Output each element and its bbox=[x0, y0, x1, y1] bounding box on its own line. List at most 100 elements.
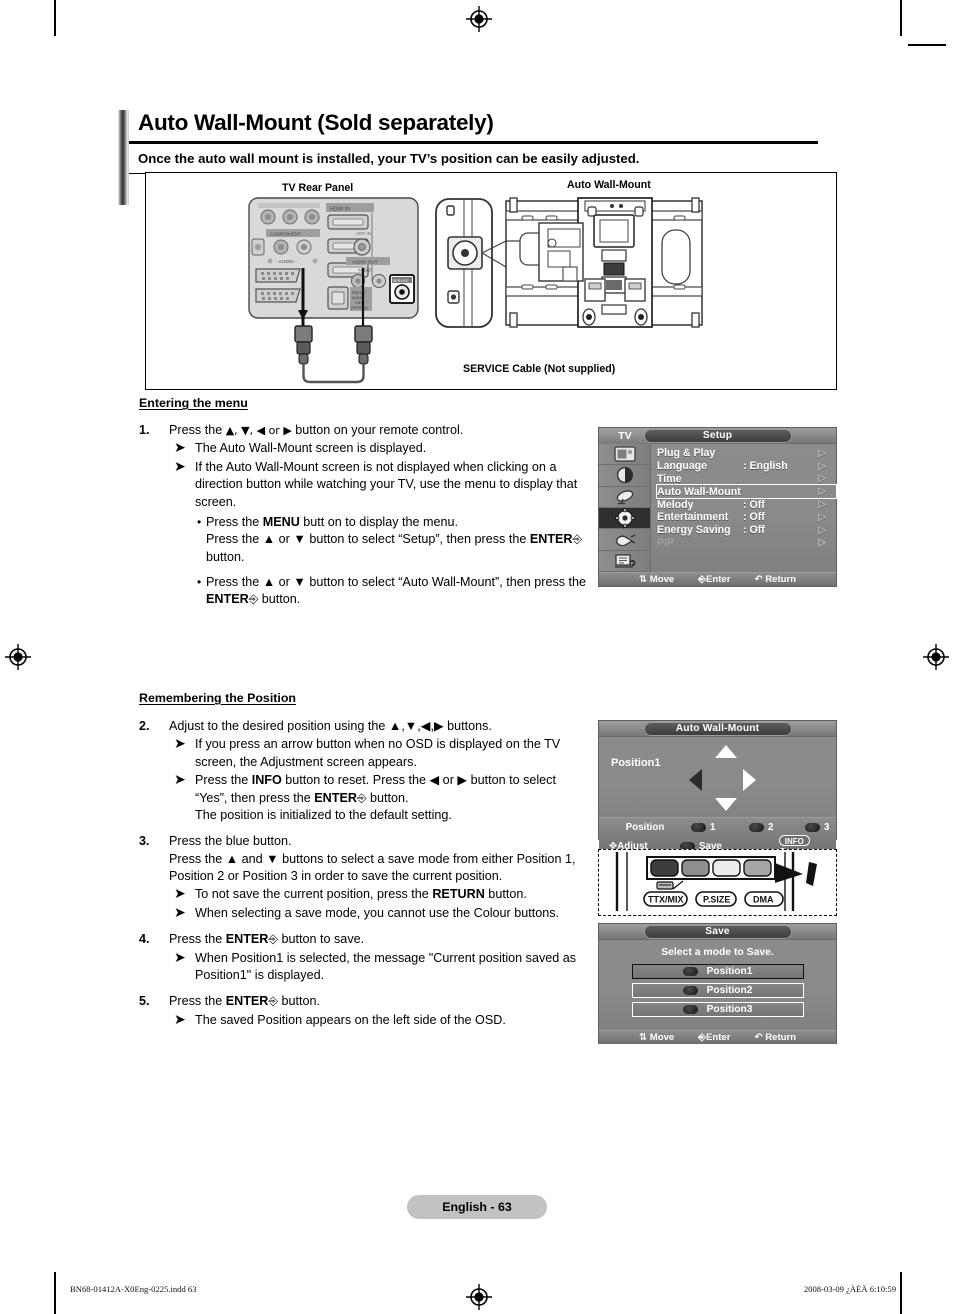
chevron-right-icon: ▷ bbox=[818, 473, 826, 485]
step-1-arrow-glyphs: ▲, ▼, ◀ or ▶ bbox=[225, 424, 292, 437]
sb2-b: button. bbox=[258, 592, 301, 607]
chevron-right-icon: ▷ bbox=[818, 499, 826, 511]
awm-pos-3[interactable]: 3 bbox=[805, 822, 829, 833]
awm-pos-1[interactable]: 1 bbox=[691, 822, 749, 833]
sub-bullet-text: Press the ▲ or ▼ button to select “Auto … bbox=[206, 574, 587, 609]
footer-return: ↶ Return bbox=[754, 574, 796, 585]
updown-arrow-icon: ⇅ bbox=[639, 1032, 648, 1043]
remote-buttons-illustration: TTX/MIX P.SIZE DMA bbox=[615, 852, 817, 911]
osd-save-titlebar: Save bbox=[599, 924, 836, 940]
osd-icon-channel[interactable] bbox=[599, 487, 650, 508]
enter-icon: ⎆ bbox=[698, 574, 706, 585]
enter-icon: ⎆ bbox=[268, 994, 278, 1009]
osd-icon-input[interactable] bbox=[599, 529, 650, 551]
note-arrow-icon: ➤ bbox=[174, 886, 186, 903]
footer-rule-left bbox=[54, 1272, 56, 1298]
figure-label-tv-rear-panel: TV Rear Panel bbox=[282, 182, 354, 194]
save-option-label: Position3 bbox=[706, 1004, 753, 1015]
note-item: ➤ If the Auto Wall-Mount screen is not d… bbox=[169, 459, 587, 511]
colour-key-green bbox=[681, 859, 710, 877]
menu-row-auto-wall-mount[interactable]: Auto Wall-Mount ▷ bbox=[656, 484, 837, 500]
osd-setup-titlebar: TV Setup bbox=[599, 428, 836, 444]
menu-row-entertainment[interactable]: Entertainment : Off ▷ bbox=[657, 511, 836, 524]
menu-label: Plug & Play bbox=[657, 447, 716, 460]
page-title: Auto Wall-Mount (Sold separately) bbox=[118, 110, 818, 145]
step-number: 1. bbox=[139, 423, 150, 437]
footer-return-label: Return bbox=[765, 1032, 797, 1043]
osd-menu-rows: Plug & Play ▷ Language : English ▷ Time … bbox=[651, 444, 837, 572]
svg-text:P.SIZE: P.SIZE bbox=[703, 895, 730, 905]
step-3: 3. Press the blue button. Press the ▲ an… bbox=[139, 833, 587, 885]
note-text: The saved Position appears on the left s… bbox=[195, 1012, 506, 1027]
colour-key-dot-icon bbox=[749, 822, 764, 832]
updown-arrow-icon: ⇅ bbox=[639, 574, 648, 585]
step-1-text-a: Press the bbox=[169, 423, 226, 437]
step-1: 1. Press the ▲, ▼, ◀ or ▶ button on your… bbox=[139, 422, 587, 439]
step-1-text-b: button on your remote control. bbox=[291, 423, 464, 437]
n2-a: Press the bbox=[195, 773, 252, 788]
osd-save-body: Select a mode to Save. Position1 Positio… bbox=[599, 940, 836, 1030]
sb2-a: Press the ▲ or ▼ button to select “Auto … bbox=[206, 575, 587, 589]
step-2: 2. Adjust to the desired position using … bbox=[139, 718, 587, 735]
note-text: To not save the current position, press … bbox=[195, 886, 587, 903]
menu-row-plug-and-play[interactable]: Plug & Play ▷ bbox=[657, 447, 836, 460]
colour-key-dot-icon bbox=[682, 986, 698, 995]
dpad-right-icon[interactable] bbox=[743, 769, 756, 791]
header-accent-bar bbox=[118, 110, 129, 205]
menu-row-time[interactable]: Time ▷ bbox=[657, 473, 836, 486]
dpad-down-icon[interactable] bbox=[715, 798, 737, 811]
awm-pos-3-label: 3 bbox=[824, 822, 830, 833]
menu-row-language[interactable]: Language : English ▷ bbox=[657, 460, 836, 473]
menu-row-energy-saving[interactable]: Energy Saving : Off ▷ bbox=[657, 524, 836, 537]
note-arrow-icon: ➤ bbox=[174, 440, 186, 457]
footer-move-label: Move bbox=[649, 1032, 675, 1043]
note-text: When Position1 is selected, the message … bbox=[195, 950, 577, 982]
osd-icon-sound[interactable] bbox=[599, 465, 650, 487]
osd-setup-body: P Plug & Play ▷ Language : English ▷ Tim… bbox=[599, 444, 837, 572]
note-arrow-icon: ➤ bbox=[174, 1011, 186, 1028]
menu-value: : Off bbox=[743, 498, 765, 511]
dpad-up-icon[interactable] bbox=[715, 745, 737, 758]
menu-row-melody[interactable]: Melody : Off ▷ bbox=[657, 498, 836, 511]
osd-awm-footer-row-position: Position 1 2 3 bbox=[599, 818, 836, 837]
menu-value: : Off bbox=[743, 524, 765, 537]
osd-icon-setup[interactable] bbox=[599, 507, 650, 530]
osd-icon-pc-setup[interactable]: P bbox=[599, 551, 650, 572]
dpad-left-icon[interactable] bbox=[689, 769, 702, 791]
chevron-right-icon: ▷ bbox=[818, 537, 826, 549]
save-option-position3[interactable]: Position3 bbox=[631, 1002, 804, 1017]
osd-icon-column: P bbox=[599, 444, 651, 572]
svg-text:TTX/MIX: TTX/MIX bbox=[648, 895, 684, 905]
osd-icon-picture[interactable] bbox=[599, 444, 650, 466]
sb-a: Press the bbox=[206, 514, 263, 529]
note-item: ➤ When Position1 is selected, the messag… bbox=[169, 950, 587, 985]
save-option-position1[interactable]: Position1 bbox=[631, 964, 804, 979]
enter-icon: ⎆ bbox=[698, 1032, 706, 1043]
enter-button-ref: ENTER bbox=[206, 592, 249, 607]
sub-bullet-item: • Press the ▲ or ▼ button to select “Aut… bbox=[183, 574, 587, 609]
picture-icon bbox=[613, 446, 636, 462]
note-arrow-icon: ➤ bbox=[174, 736, 186, 753]
step-text: Press the ENTER⎆ button. bbox=[169, 993, 587, 1010]
enter-icon: ⎆ bbox=[356, 790, 367, 805]
subtitle-icon bbox=[656, 880, 684, 890]
chevron-right-icon: ▷ bbox=[818, 447, 826, 459]
svg-text:ANT IN: ANT IN bbox=[356, 231, 371, 236]
step-number: 4. bbox=[139, 932, 150, 947]
sb-d: button. bbox=[206, 549, 245, 564]
enter-icon: ⎆ bbox=[572, 532, 583, 547]
awm-pos-2[interactable]: 2 bbox=[749, 822, 805, 833]
note-text: If you press an arrow button when no OSD… bbox=[195, 737, 561, 769]
save-option-position2[interactable]: Position2 bbox=[631, 983, 804, 998]
chevron-right-icon: ▷ bbox=[818, 524, 826, 536]
section-heading-entering-the-menu: Entering the menu bbox=[139, 396, 248, 410]
footer-enter: ⎆Enter bbox=[698, 1032, 730, 1043]
awm-pos-2-label: 2 bbox=[768, 822, 774, 833]
s4-a: Press the bbox=[169, 932, 226, 947]
sound-icon bbox=[616, 467, 633, 484]
pc-setup-icon: P bbox=[614, 554, 635, 568]
footer-enter: ⎆Enter bbox=[698, 574, 730, 585]
n2-c: button. bbox=[366, 790, 409, 805]
step-text: Adjust to the desired position using the… bbox=[169, 719, 492, 733]
chevron-right-icon: ▷ bbox=[818, 511, 826, 523]
